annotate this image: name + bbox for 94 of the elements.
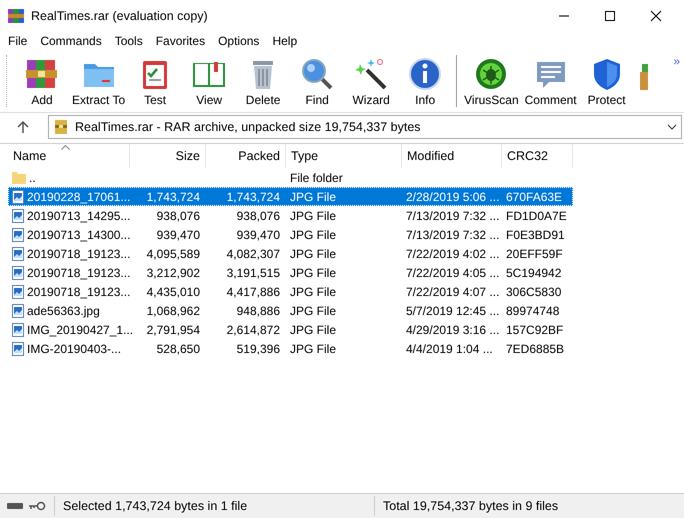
table-cell: 4,435,010: [146, 284, 200, 298]
column-header[interactable]: Type: [286, 144, 402, 168]
table-cell: 5/7/2019 12:45 ...: [406, 304, 500, 318]
column-header[interactable]: Size: [130, 144, 206, 168]
table-cell: 4,417,886: [226, 284, 280, 298]
table-cell: JPG File: [290, 322, 336, 336]
table-cell: 89974748: [506, 304, 560, 318]
file-row[interactable]: 20190713_14295... 938,076 938,076 JPG File 7/13/2019 7:32 ... FD1D0A7E: [8, 206, 573, 225]
file-name: IMG-20190403-...: [27, 342, 122, 356]
table-cell: 7/22/2019 4:07 ...: [406, 284, 500, 298]
file-name: IMG_20190427_1...: [27, 322, 134, 336]
status-text: Selected 1,743,724 bytes in 1 file: [63, 499, 248, 513]
file-row[interactable]: 20190718_19123... 3,212,902 3,191,515 JPG File 7/22/2019 4:05 ... 5C194942: [8, 263, 573, 282]
table-cell: JPG File: [290, 246, 336, 260]
toolbar-button[interactable]: Protect: [580, 56, 634, 106]
table-cell: 670FA63E: [506, 190, 562, 204]
file-name: 20190718_19123...: [27, 266, 130, 280]
table-cell: 5C194942: [506, 266, 562, 280]
table-cell: 2,791,954: [146, 322, 200, 336]
file-row[interactable]: IMG-20190403-... 528,650 519,396 JPG File 4/4/2019 1:04 ... 7ED6885B: [8, 339, 573, 358]
table-cell: 938,076: [236, 208, 280, 222]
status-text: Total 19,754,337 bytes in 9 files: [383, 499, 558, 513]
table-cell: 519,396: [236, 342, 280, 356]
file-row[interactable]: 20190228_17061... 1,743,724 1,743,724 JPG File 2/28/2019 5:06 ... 670FA63E: [8, 187, 573, 206]
toolbar-overflow[interactable]: »: [673, 54, 680, 68]
file-name: 20190228_17061...: [27, 190, 130, 204]
toolbar-button[interactable]: Info: [398, 56, 452, 106]
file-name: ..: [29, 170, 36, 184]
table-cell: 948,886: [236, 304, 280, 318]
column-header[interactable]: Name: [8, 144, 130, 168]
table-cell: 7/13/2019 7:32 ...: [406, 208, 500, 222]
table-cell: JPG File: [290, 342, 336, 356]
toolbar-button[interactable]: Delete: [236, 56, 290, 106]
table-cell: 7/13/2019 7:32 ...: [406, 228, 500, 242]
table-cell: 4,095,589: [146, 246, 200, 260]
table-cell: F0E3BD91: [506, 228, 565, 242]
table-cell: 4/29/2019 3:16 ...: [406, 322, 500, 336]
table-cell: 2/28/2019 5:06 ...: [406, 190, 500, 204]
table-cell: 1,743,724: [226, 190, 280, 204]
table-cell: 2,614,872: [226, 322, 280, 336]
window-title: RealTimes.rar (evaluation copy): [31, 9, 208, 23]
table-cell: 306C5830: [506, 284, 562, 298]
column-header[interactable]: Packed: [206, 144, 286, 168]
table-cell: 4/4/2019 1:04 ...: [406, 342, 493, 356]
table-cell: 7/22/2019 4:05 ...: [406, 266, 500, 280]
menu-item[interactable]: Commands: [40, 34, 102, 48]
file-row[interactable]: ade56363.jpg 1,068,962 948,886 JPG File 5/7/2019 12:45 ... 89974748: [8, 301, 573, 320]
file-row[interactable]: 20190718_19123... 4,095,589 4,082,307 JPG File 7/22/2019 4:02 ... 20EFF59F: [8, 244, 573, 263]
table-cell: 157C92BF: [506, 322, 564, 336]
file-row[interactable]: .. File folder: [8, 168, 573, 187]
toolbar-button[interactable]: View: [182, 56, 236, 106]
menu-item[interactable]: Tools: [114, 34, 143, 48]
toolbar-button[interactable]: Test: [128, 56, 182, 106]
menu-item[interactable]: Options: [218, 34, 260, 48]
table-cell: JPG File: [290, 228, 336, 242]
file-name: 20190713_14300...: [27, 228, 130, 242]
table-cell: JPG File: [290, 304, 336, 318]
column-header[interactable]: CRC32: [502, 144, 573, 168]
table-cell: JPG File: [290, 284, 336, 298]
address-field[interactable]: RealTimes.rar - RAR archive, unpacked size 19,754,337 bytes: [48, 115, 682, 139]
file-row[interactable]: 20190718_19123... 4,435,010 4,417,886 JPG File 7/22/2019 4:07 ... 306C5830: [8, 282, 573, 301]
table-cell: 939,470: [236, 228, 280, 242]
menu-item[interactable]: Favorites: [156, 34, 206, 48]
table-cell: File folder: [290, 170, 343, 184]
file-name: 20190713_14295...: [27, 208, 130, 222]
table-cell: FD1D0A7E: [506, 208, 567, 222]
table-cell: 528,650: [156, 342, 200, 356]
toolbar-button[interactable]: Wizard: [344, 56, 398, 106]
table-cell: 7ED6885B: [506, 342, 564, 356]
table-cell: 3,191,515: [226, 266, 280, 280]
table-cell: 938,076: [156, 208, 200, 222]
toolbar-button[interactable]: Extract To: [69, 56, 128, 106]
toolbar-button[interactable]: Add: [15, 56, 69, 106]
column-header[interactable]: Modified: [402, 144, 502, 168]
file-name: ade56363.jpg: [27, 304, 100, 318]
table-cell: 7/22/2019 4:02 ...: [406, 246, 500, 260]
table-cell: 4,082,307: [226, 246, 280, 260]
file-row[interactable]: IMG_20190427_1... 2,791,954 2,614,872 JPG File 4/29/2019 3:16 ... 157C92BF: [8, 320, 573, 339]
table-cell: JPG File: [290, 190, 336, 204]
toolbar-button[interactable]: Find: [290, 56, 344, 106]
file-name: 20190718_19123...: [27, 246, 130, 260]
table-cell: 1,743,724: [146, 190, 200, 204]
table-cell: JPG File: [290, 266, 336, 280]
toolbar-button[interactable]: Comment: [522, 56, 580, 106]
table-cell: 3,212,902: [146, 266, 200, 280]
toolbar-button[interactable]: VirusScan: [461, 56, 522, 106]
file-name: 20190718_19123...: [27, 284, 130, 298]
file-row[interactable]: 20190713_14300... 939,470 939,470 JPG File 7/13/2019 7:32 ... F0E3BD91: [8, 225, 573, 244]
table-cell: 1,068,962: [146, 304, 200, 318]
table-cell: 20EFF59F: [506, 246, 563, 260]
menu-item[interactable]: File: [8, 34, 28, 48]
menu-item[interactable]: Help: [272, 34, 298, 48]
table-cell: 939,470: [156, 228, 200, 242]
table-cell: JPG File: [290, 208, 336, 222]
